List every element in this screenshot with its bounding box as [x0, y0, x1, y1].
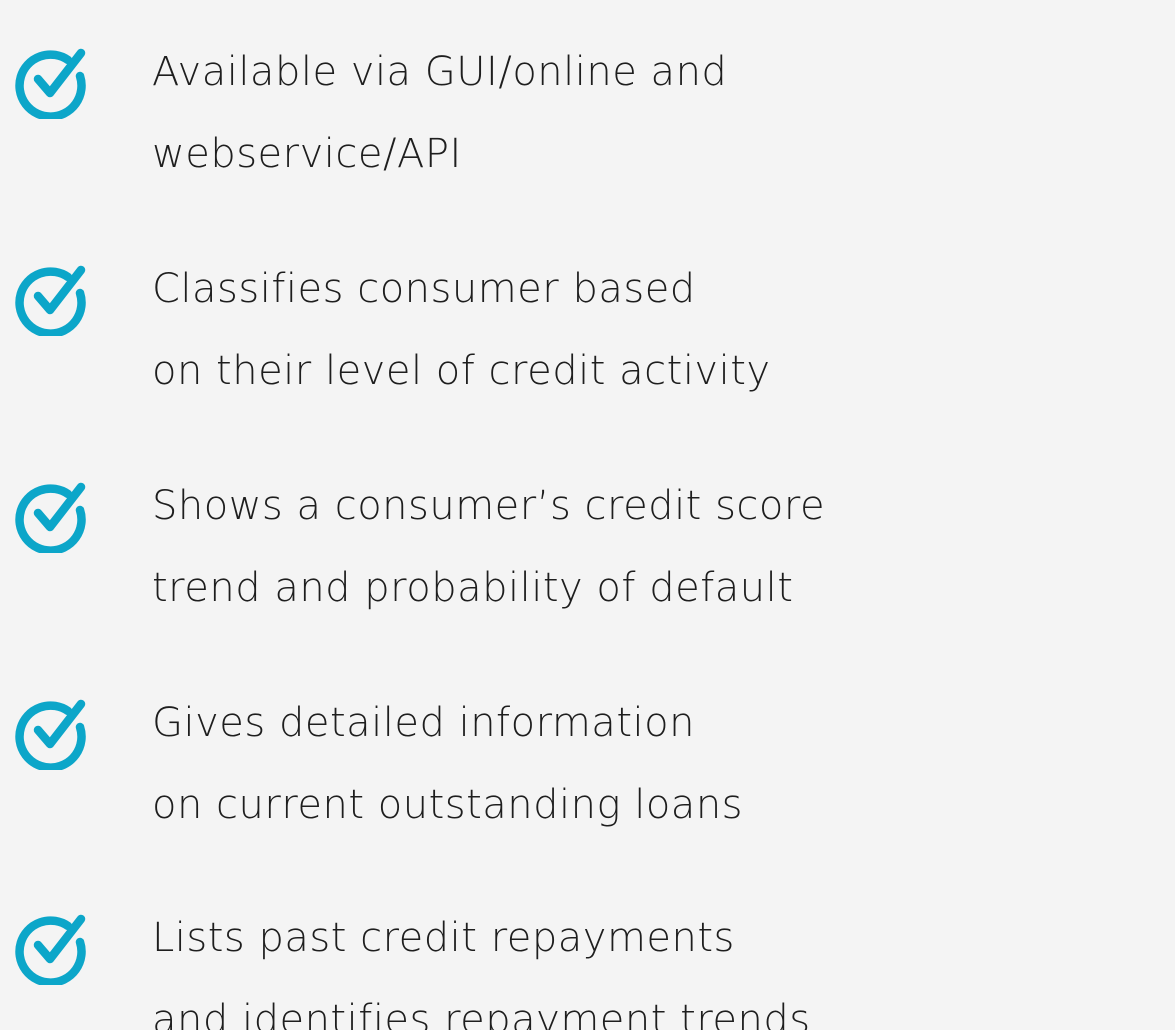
feature-line-1: Available via GUI/online and [152, 49, 728, 95]
feature-item-classification: Classifies consumer based on their level… [0, 233, 1175, 423]
feature-item-outstanding-loans: Gives detailed information on current ou… [0, 667, 1175, 857]
feature-line-1: Shows a consumer’s credit score [152, 483, 826, 529]
check-circle-icon [12, 39, 92, 119]
feature-item-gui-api: Available via GUI/online and webservice/… [0, 16, 1175, 206]
feature-text: Available via GUI/online and webservice/… [152, 31, 1175, 195]
feature-line-2: trend and probability of default [152, 565, 794, 611]
feature-line-1: Gives detailed information [152, 700, 695, 746]
feature-text: Lists past credit repayments and identif… [152, 897, 1175, 1030]
feature-text: Shows a consumer’s credit score trend an… [152, 465, 1175, 629]
check-circle-icon [12, 690, 92, 770]
feature-line-2: on their level of credit activity [152, 348, 771, 394]
feature-text: Classifies consumer based on their level… [152, 248, 1175, 412]
check-circle-icon [12, 473, 92, 553]
feature-line-1: Lists past credit repayments [152, 915, 735, 961]
feature-list: Available via GUI/online and webservice/… [0, 0, 1175, 1030]
feature-line-2: and identifies repayment trends [152, 997, 811, 1030]
feature-line-2: on current outstanding loans [152, 782, 744, 828]
feature-item-score-trend: Shows a consumer’s credit score trend an… [0, 450, 1175, 640]
feature-line-1: Classifies consumer based [152, 266, 696, 312]
feature-line-2: webservice/API [152, 131, 462, 177]
feature-item-repayments: Lists past credit repayments and identif… [0, 882, 1175, 1030]
feature-text: Gives detailed information on current ou… [152, 682, 1175, 846]
check-circle-icon [12, 256, 92, 336]
check-circle-icon [12, 905, 92, 985]
